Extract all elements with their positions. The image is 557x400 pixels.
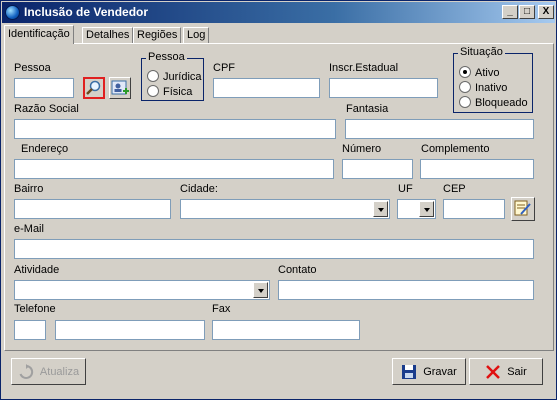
close-icon — [486, 364, 501, 379]
cidade-label: Cidade: — [180, 183, 218, 195]
atualiza-button[interactable]: Atualiza — [11, 358, 86, 385]
window-title: Inclusão de Vendedor — [24, 5, 149, 19]
numero-label: Número — [342, 143, 382, 155]
radio-juridica-dot — [147, 70, 159, 82]
complemento-label: Complemento — [421, 143, 490, 155]
radio-ativo[interactable]: Ativo — [459, 66, 499, 79]
razao-label: Razão Social — [14, 103, 79, 115]
pessoa-input[interactable] — [14, 78, 74, 98]
radio-fisica-dot — [147, 85, 159, 97]
endereco-input[interactable] — [14, 159, 334, 179]
tab-log[interactable]: Log — [183, 27, 210, 43]
telefone-ddd-input[interactable] — [14, 320, 46, 340]
edit-note-icon — [514, 200, 531, 216]
fax-input[interactable] — [212, 320, 360, 340]
vendor-dialog: Inclusão de Vendedor _ □ X Identificação… — [0, 0, 557, 400]
situacao-group: Situação Ativo Inativo Bloqueado — [453, 46, 533, 113]
pessoa-label: Pessoa — [14, 62, 51, 74]
contato-input[interactable] — [278, 280, 534, 300]
cep-label: CEP — [443, 183, 466, 195]
gravar-button[interactable]: Gravar — [392, 358, 466, 385]
razao-input[interactable] — [14, 119, 336, 139]
email-input[interactable] — [14, 239, 534, 259]
chevron-down-icon[interactable] — [253, 282, 268, 298]
atividade-select[interactable] — [14, 280, 270, 300]
atualiza-label: Atualiza — [39, 365, 80, 378]
radio-fisica-label: Física — [163, 86, 193, 98]
cpf-label: CPF — [213, 62, 235, 74]
app-icon — [5, 5, 20, 20]
tab-detalhes[interactable]: Detalhes — [82, 27, 134, 43]
radio-inativo-dot — [459, 81, 471, 93]
maximize-button[interactable]: □ — [519, 5, 535, 19]
situacao-title: Situação — [458, 46, 505, 58]
chevron-down-icon[interactable] — [373, 201, 388, 217]
title-bar[interactable]: Inclusão de Vendedor _ □ X — [2, 2, 555, 23]
add-contact-icon — [111, 80, 129, 95]
tipo-pessoa-title: Pessoa — [146, 51, 187, 63]
refresh-icon — [19, 363, 34, 379]
cidade-select[interactable] — [180, 199, 390, 219]
radio-inativo-label: Inativo — [475, 82, 508, 94]
endereco-label: Endereço — [21, 143, 69, 155]
contato-label: Contato — [278, 264, 317, 276]
telefone-input[interactable] — [55, 320, 205, 340]
bairro-input[interactable] — [14, 199, 171, 219]
radio-bloqueado-label: Bloqueado — [475, 97, 528, 109]
cep-lookup-button[interactable] — [511, 197, 535, 221]
uf-select[interactable] — [397, 199, 436, 219]
inscr-input[interactable] — [329, 78, 438, 98]
atividade-label: Atividade — [14, 264, 60, 276]
inscr-label: Inscr.Estadual — [329, 62, 399, 74]
uf-label: UF — [398, 183, 413, 195]
email-label: e-Mail — [14, 223, 44, 235]
complemento-input[interactable] — [420, 159, 534, 179]
bairro-label: Bairro — [14, 183, 44, 195]
save-icon — [402, 364, 417, 379]
radio-juridica[interactable]: Jurídica — [147, 70, 202, 83]
fax-label: Fax — [212, 303, 231, 315]
search-icon — [86, 80, 101, 95]
chevron-down-icon[interactable] — [419, 201, 434, 217]
radio-bloqueado-dot — [459, 96, 471, 108]
radio-juridica-label: Jurídica — [163, 71, 202, 83]
telefone-label: Telefone — [14, 303, 56, 315]
tipo-pessoa-group: Pessoa Jurídica Física — [141, 51, 204, 101]
radio-bloqueado[interactable]: Bloqueado — [459, 96, 528, 109]
identificacao-panel: Pessoa Pessoa Jurídica Física CPF Inscr.… — [4, 43, 554, 351]
radio-inativo[interactable]: Inativo — [459, 81, 507, 94]
add-contact-button[interactable] — [109, 77, 131, 99]
cpf-input[interactable] — [213, 78, 320, 98]
gravar-label: Gravar — [423, 365, 457, 378]
sair-label: Sair — [507, 365, 527, 378]
cep-input[interactable] — [443, 199, 505, 219]
close-button[interactable]: X — [538, 5, 554, 19]
radio-ativo-label: Ativo — [475, 67, 500, 79]
radio-fisica[interactable]: Física — [147, 85, 192, 98]
numero-input[interactable] — [342, 159, 413, 179]
tab-identificacao[interactable]: Identificação — [4, 25, 74, 44]
minimize-button[interactable]: _ — [502, 5, 518, 19]
search-button[interactable] — [83, 77, 105, 99]
tab-regioes[interactable]: Regiões — [133, 27, 182, 43]
fantasia-label: Fantasia — [346, 103, 389, 115]
fantasia-input[interactable] — [345, 119, 534, 139]
radio-ativo-dot — [459, 66, 471, 78]
sair-button[interactable]: Sair — [469, 358, 543, 385]
